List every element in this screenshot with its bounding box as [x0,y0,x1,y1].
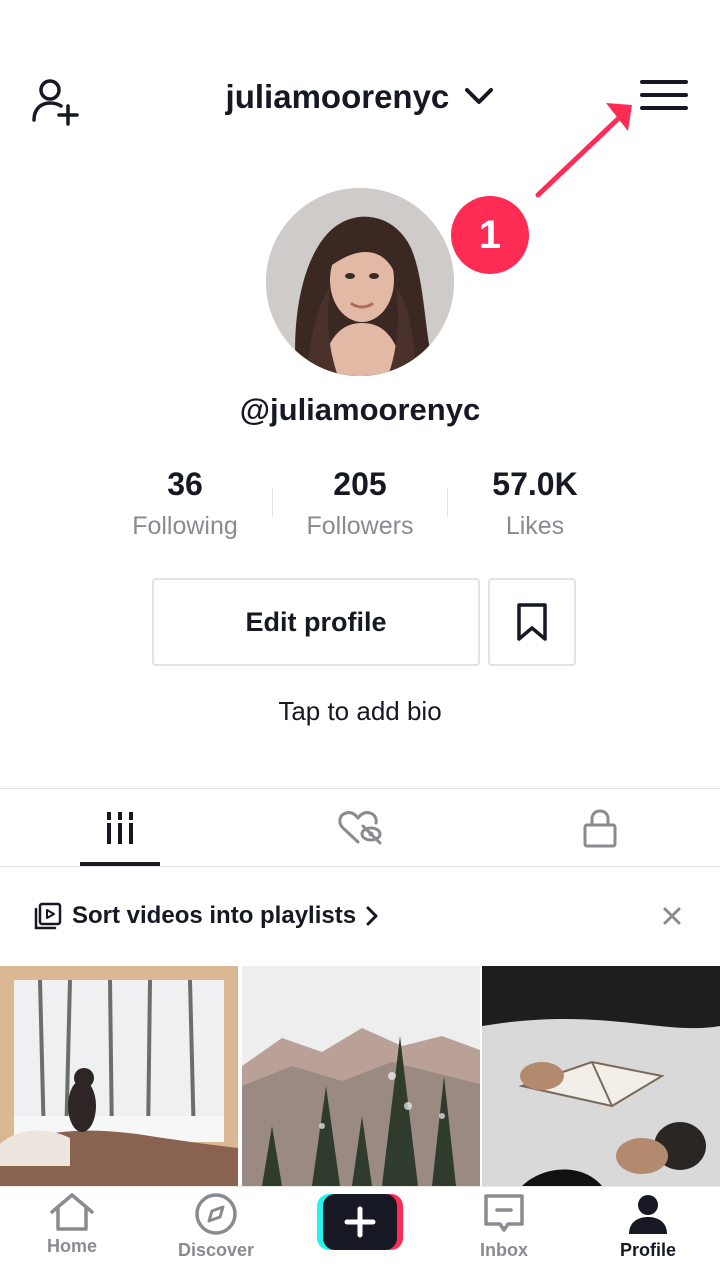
video-cabin-snow [0,966,238,1186]
video-thumbnail[interactable] [0,966,238,1186]
divider [0,788,720,789]
create-video-button[interactable] [317,1194,403,1250]
playlist-icon [34,902,62,930]
video-snowy-mountains [242,966,480,1186]
following-count: 36 [167,466,203,502]
liked-hidden-icon [338,811,382,845]
annotation-arrow [535,103,632,198]
video-thumbnail[interactable] [482,966,720,1186]
nav-profile[interactable]: Profile [576,1192,720,1274]
username-title: juliamoorenyc [225,78,450,115]
sort-playlists-link[interactable]: Sort videos into playlists [34,896,378,936]
avatar-photo [266,188,454,376]
nav-home[interactable]: Home [0,1192,144,1274]
followers-count: 205 [333,466,387,502]
step-badge: 1 [451,196,529,274]
tab-liked[interactable] [240,790,480,866]
following-label: Following [132,512,238,540]
bookmark-icon [517,603,547,641]
nav-profile-label: Profile [619,1240,676,1260]
video-reading-coffee [482,966,720,1186]
profile-handle: @juliamoorenyc [239,392,481,427]
compass-icon [195,1193,237,1235]
inbox-icon [484,1194,524,1232]
favorites-button[interactable] [488,578,576,666]
profile-icon [629,1195,667,1234]
plus-icon [317,1194,403,1250]
lock-icon [583,809,617,848]
close-icon [663,907,681,925]
nav-discover[interactable]: Discover [144,1192,288,1274]
chevron-right-icon [366,906,378,926]
divider [0,866,720,867]
playlist-prompt-label: Sort videos into playlists [72,902,357,929]
close-playlist-prompt-button[interactable] [656,900,688,932]
edit-profile-button[interactable]: Edit profile [152,578,480,666]
chevron-down-icon [465,88,494,105]
tab-videos[interactable] [0,790,240,866]
nav-discover-label: Discover [177,1240,255,1260]
nav-inbox-label: Inbox [480,1240,528,1260]
followers-stat[interactable]: 205 Followers [260,462,460,546]
bio-placeholder[interactable]: Tap to add bio [0,696,720,727]
followers-label: Followers [306,512,414,540]
video-thumbnail[interactable] [242,966,480,1186]
likes-label: Likes [505,512,565,540]
videos-grid-icon [107,812,133,844]
avatar[interactable] [266,188,454,376]
likes-count: 57.0K [492,466,578,502]
tab-private[interactable] [480,790,720,866]
following-stat[interactable]: 36 Following [85,462,285,546]
likes-stat[interactable]: 57.0K Likes [435,462,635,546]
nav-home-label: Home [46,1236,97,1256]
home-icon [50,1193,94,1231]
nav-inbox[interactable]: Inbox [432,1192,576,1274]
